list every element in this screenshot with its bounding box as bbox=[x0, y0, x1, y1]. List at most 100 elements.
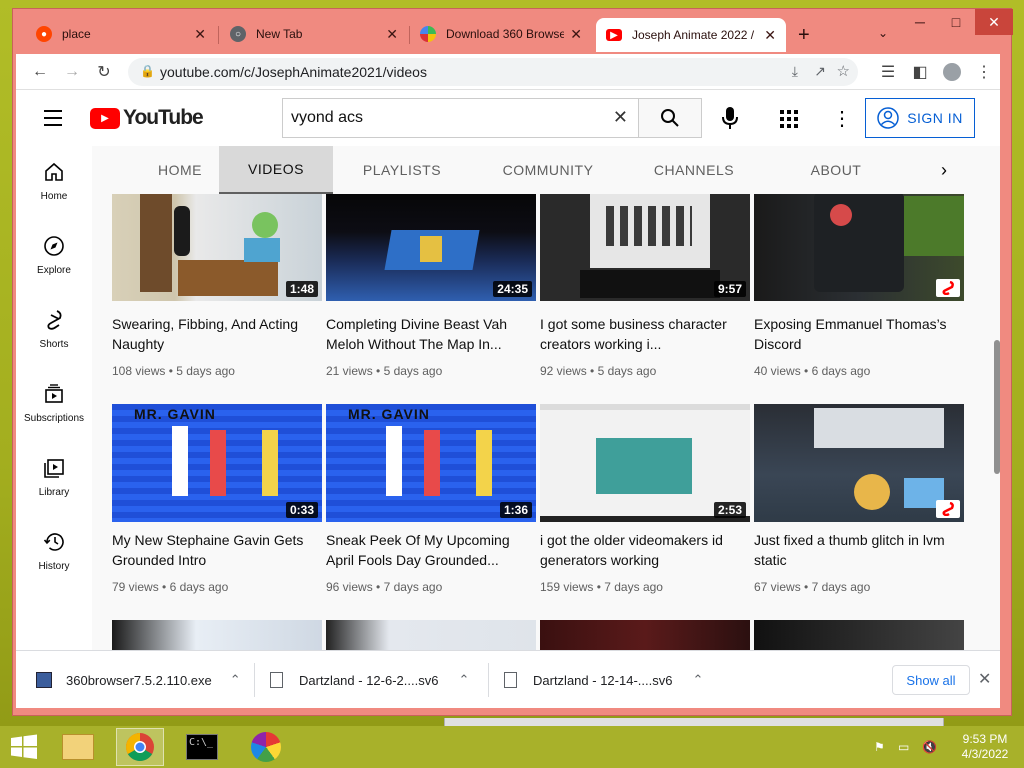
video-thumbnail[interactable] bbox=[540, 620, 750, 650]
video-thumbnail[interactable]: MR. GAVIN 1:36 bbox=[326, 404, 536, 522]
sign-in-button[interactable]: SIGN IN bbox=[865, 98, 975, 138]
show-all-downloads-button[interactable]: Show all bbox=[892, 665, 970, 695]
video-title[interactable]: Swearing, Fibbing, And Acting Naughty bbox=[112, 314, 317, 354]
download-item[interactable]: Dartzland - 12-6-2....sv6 ⌃ bbox=[270, 665, 480, 695]
duration-badge: 0:33 bbox=[285, 502, 318, 518]
video-title[interactable]: Just fixed a thumb glitch in lvm static bbox=[754, 530, 959, 570]
settings-menu-icon[interactable]: ⋮ bbox=[832, 106, 852, 131]
video-thumbnail[interactable]: MR. GAVIN 0:33 bbox=[112, 404, 322, 522]
duration-badge: 1:48 bbox=[285, 281, 318, 297]
close-downloads-bar-icon[interactable]: ✕ bbox=[978, 669, 991, 689]
video-thumbnail[interactable]: 1:48 bbox=[112, 194, 322, 301]
folder-icon bbox=[62, 734, 94, 760]
close-tab-icon[interactable]: ✕ bbox=[570, 26, 582, 43]
search-input[interactable]: vyond acs ✕ bbox=[282, 98, 638, 138]
chevron-up-icon[interactable]: ⌃ bbox=[692, 672, 703, 688]
tab-playlists[interactable]: PLAYLISTS bbox=[342, 146, 462, 194]
browser-menu-icon[interactable]: ⋮ bbox=[972, 60, 996, 84]
video-title[interactable]: i got the older videomakers id generator… bbox=[540, 530, 745, 570]
chrome-taskbar-button[interactable] bbox=[116, 728, 164, 766]
tab-videos[interactable]: VIDEOS bbox=[219, 146, 333, 194]
video-grid: 1:48 Swearing, Fibbing, And Acting Naugh… bbox=[112, 194, 982, 650]
volume-muted-icon[interactable]: 🔇 bbox=[922, 740, 937, 754]
file-explorer-taskbar-button[interactable] bbox=[54, 728, 102, 766]
video-thumbnail[interactable] bbox=[326, 620, 536, 650]
video-thumbnail[interactable] bbox=[754, 194, 964, 301]
search-button[interactable] bbox=[638, 98, 702, 138]
tab-about[interactable]: ABOUT bbox=[776, 146, 896, 194]
share-icon[interactable]: ↗ bbox=[814, 63, 826, 80]
video-title[interactable]: Exposing Emmanuel Thomas’s Discord bbox=[754, 314, 959, 354]
video-title[interactable]: I got some business character creators w… bbox=[540, 314, 745, 354]
video-thumbnail[interactable] bbox=[112, 620, 322, 650]
duration-badge: 2:53 bbox=[713, 502, 746, 518]
tab-joseph-animate[interactable]: ▶ Joseph Animate 2022 / ✕ bbox=[596, 18, 786, 52]
tab-channels[interactable]: CHANNELS bbox=[634, 146, 754, 194]
video-thumbnail[interactable]: 24:35 bbox=[326, 194, 536, 301]
clock[interactable]: 9:53 PM 4/3/2022 bbox=[954, 732, 1016, 762]
video-meta: 159 views • 7 days ago bbox=[540, 580, 663, 594]
paint-taskbar-button[interactable] bbox=[242, 728, 290, 766]
close-tab-icon[interactable]: ✕ bbox=[386, 26, 398, 43]
video-thumbnail[interactable]: 2:53 bbox=[540, 404, 750, 522]
video-meta: 79 views • 6 days ago bbox=[112, 580, 229, 594]
guide-item-library[interactable]: Library bbox=[16, 442, 92, 512]
video-thumbnail[interactable] bbox=[754, 620, 964, 650]
tab-new-tab[interactable]: ○ New Tab ✕ bbox=[220, 16, 408, 52]
video-meta: 21 views • 5 days ago bbox=[326, 364, 443, 378]
network-icon[interactable]: ▭ bbox=[898, 740, 909, 754]
start-button[interactable] bbox=[0, 728, 48, 766]
clear-search-icon[interactable]: ✕ bbox=[613, 107, 628, 128]
download-item[interactable]: Dartzland - 12-14-....sv6 ⌃ bbox=[504, 665, 714, 695]
voice-search-button[interactable] bbox=[720, 106, 740, 135]
page-scrollbar[interactable] bbox=[993, 194, 1000, 650]
guide-item-explore[interactable]: Explore bbox=[16, 220, 92, 290]
tab-download-360[interactable]: Download 360 Browser ✕ bbox=[410, 16, 592, 52]
video-meta: 108 views • 5 days ago bbox=[112, 364, 235, 378]
reddit-icon: ● bbox=[36, 26, 52, 42]
guide-item-home[interactable]: Home bbox=[16, 146, 92, 216]
youtube-logo[interactable]: ▶ YouTube bbox=[90, 106, 204, 130]
taskbar: C:\_ ⚑ ▭ 🔇 9:53 PM 4/3/2022 bbox=[0, 726, 1024, 768]
file-icon bbox=[504, 672, 517, 688]
close-tab-icon[interactable]: ✕ bbox=[764, 27, 776, 44]
tabs-scroll-right-icon[interactable]: › bbox=[924, 158, 964, 182]
download-item[interactable]: 360browser7.5.2.110.exe ⌃ bbox=[36, 665, 246, 695]
profile-icon[interactable] bbox=[940, 60, 964, 84]
video-title[interactable]: Sneak Peek Of My Upcoming April Fools Da… bbox=[326, 530, 531, 570]
guide-item-shorts[interactable]: Shorts bbox=[16, 294, 92, 364]
close-tab-icon[interactable]: ✕ bbox=[194, 26, 206, 43]
video-title[interactable]: My New Stephaine Gavin Gets Grounded Int… bbox=[112, 530, 317, 570]
windows-logo-icon bbox=[11, 734, 37, 759]
search-icon bbox=[661, 109, 679, 127]
tab-community[interactable]: COMMUNITY bbox=[488, 146, 608, 194]
tab-place[interactable]: ● place ✕ bbox=[26, 16, 216, 52]
guide-item-history[interactable]: History bbox=[16, 516, 92, 586]
chevron-up-icon[interactable]: ⌃ bbox=[458, 672, 469, 688]
back-icon[interactable]: ← bbox=[28, 60, 52, 84]
new-tab-button[interactable]: + bbox=[798, 24, 810, 47]
scrollbar-thumb[interactable] bbox=[994, 340, 1000, 474]
address-bar[interactable]: 🔒 youtube.com/c/JosephAnimate2021/videos… bbox=[128, 58, 858, 86]
tab-search-icon[interactable]: ⌄ bbox=[878, 26, 888, 40]
duration-badge: 9:57 bbox=[713, 281, 746, 297]
reload-icon[interactable]: ↻ bbox=[92, 60, 116, 84]
video-title[interactable]: Completing Divine Beast Vah Meloh Withou… bbox=[326, 314, 531, 354]
url-text: youtube.com/c/JosephAnimate2021/videos bbox=[160, 64, 427, 80]
action-center-flag-icon[interactable]: ⚑ bbox=[874, 740, 885, 754]
forward-icon[interactable]: → bbox=[60, 60, 84, 84]
bookmark-star-icon[interactable]: ☆ bbox=[837, 62, 850, 80]
command-prompt-taskbar-button[interactable]: C:\_ bbox=[178, 728, 226, 766]
chevron-up-icon[interactable]: ⌃ bbox=[230, 672, 241, 688]
hamburger-menu-icon[interactable] bbox=[44, 110, 62, 126]
media-control-icon[interactable]: ☰ bbox=[876, 60, 900, 84]
side-panel-icon[interactable]: ◧ bbox=[908, 60, 932, 84]
shorts-icon bbox=[47, 309, 62, 330]
apps-grid-icon[interactable] bbox=[780, 110, 798, 133]
video-thumbnail[interactable] bbox=[754, 404, 964, 522]
guide-item-subscriptions[interactable]: Subscriptions bbox=[16, 368, 92, 438]
video-meta: 40 views • 6 days ago bbox=[754, 364, 871, 378]
video-thumbnail[interactable]: 9:57 bbox=[540, 194, 750, 301]
install-icon[interactable]: ⤓ bbox=[792, 63, 798, 80]
youtube-page: ▶ YouTube vyond acs ✕ ⋮ SIGN IN Home Exp… bbox=[16, 90, 1000, 650]
